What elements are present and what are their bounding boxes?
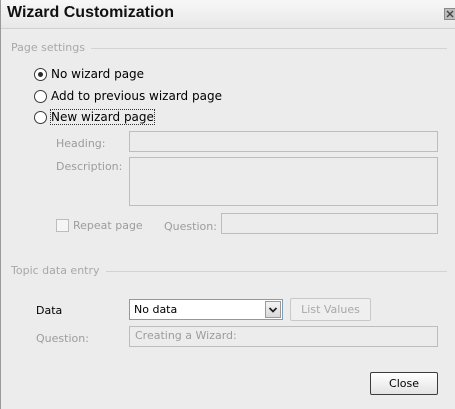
topic-question-input[interactable]: Creating a Wizard: [129, 326, 438, 347]
heading-input[interactable] [129, 131, 438, 152]
repeat-page-label: Repeat page [73, 219, 143, 232]
list-values-button[interactable]: List Values [290, 298, 371, 321]
question-input[interactable] [221, 213, 438, 234]
dialog-title: Wizard Customization [7, 4, 174, 21]
radio-button[interactable] [34, 89, 47, 103]
description-label: Description: [56, 160, 123, 173]
topic-data-entry-group-label: Topic data entry [11, 264, 106, 277]
repeat-page-checkbox[interactable] [56, 219, 69, 232]
close-button[interactable]: Close [370, 372, 438, 395]
radio-add-to-previous-page[interactable]: Add to previous wizard page [34, 89, 222, 103]
radio-label: No wizard page [51, 67, 145, 81]
radio-label: New wizard page [50, 109, 155, 125]
wizard-customization-dialog: Wizard Customization Page settings No wi… [0, 0, 455, 409]
data-select-value: No data [134, 303, 178, 316]
question-label: Question: [164, 220, 217, 233]
title-bar: Wizard Customization [1, 0, 455, 29]
description-input[interactable] [129, 157, 438, 206]
radio-button[interactable] [34, 67, 47, 81]
topic-question-label: Question: [36, 332, 89, 345]
radio-new-wizard-page[interactable]: New wizard page [34, 109, 155, 125]
chevron-down-icon[interactable] [265, 301, 281, 318]
heading-label: Heading: [56, 137, 106, 150]
data-label: Data [36, 304, 63, 317]
data-select[interactable]: No data [129, 299, 283, 320]
radio-button[interactable] [34, 110, 47, 124]
radio-no-wizard-page[interactable]: No wizard page [34, 67, 144, 81]
close-icon[interactable] [444, 8, 455, 20]
page-settings-group-label: Page settings [11, 41, 91, 54]
radio-label: Add to previous wizard page [51, 89, 222, 103]
